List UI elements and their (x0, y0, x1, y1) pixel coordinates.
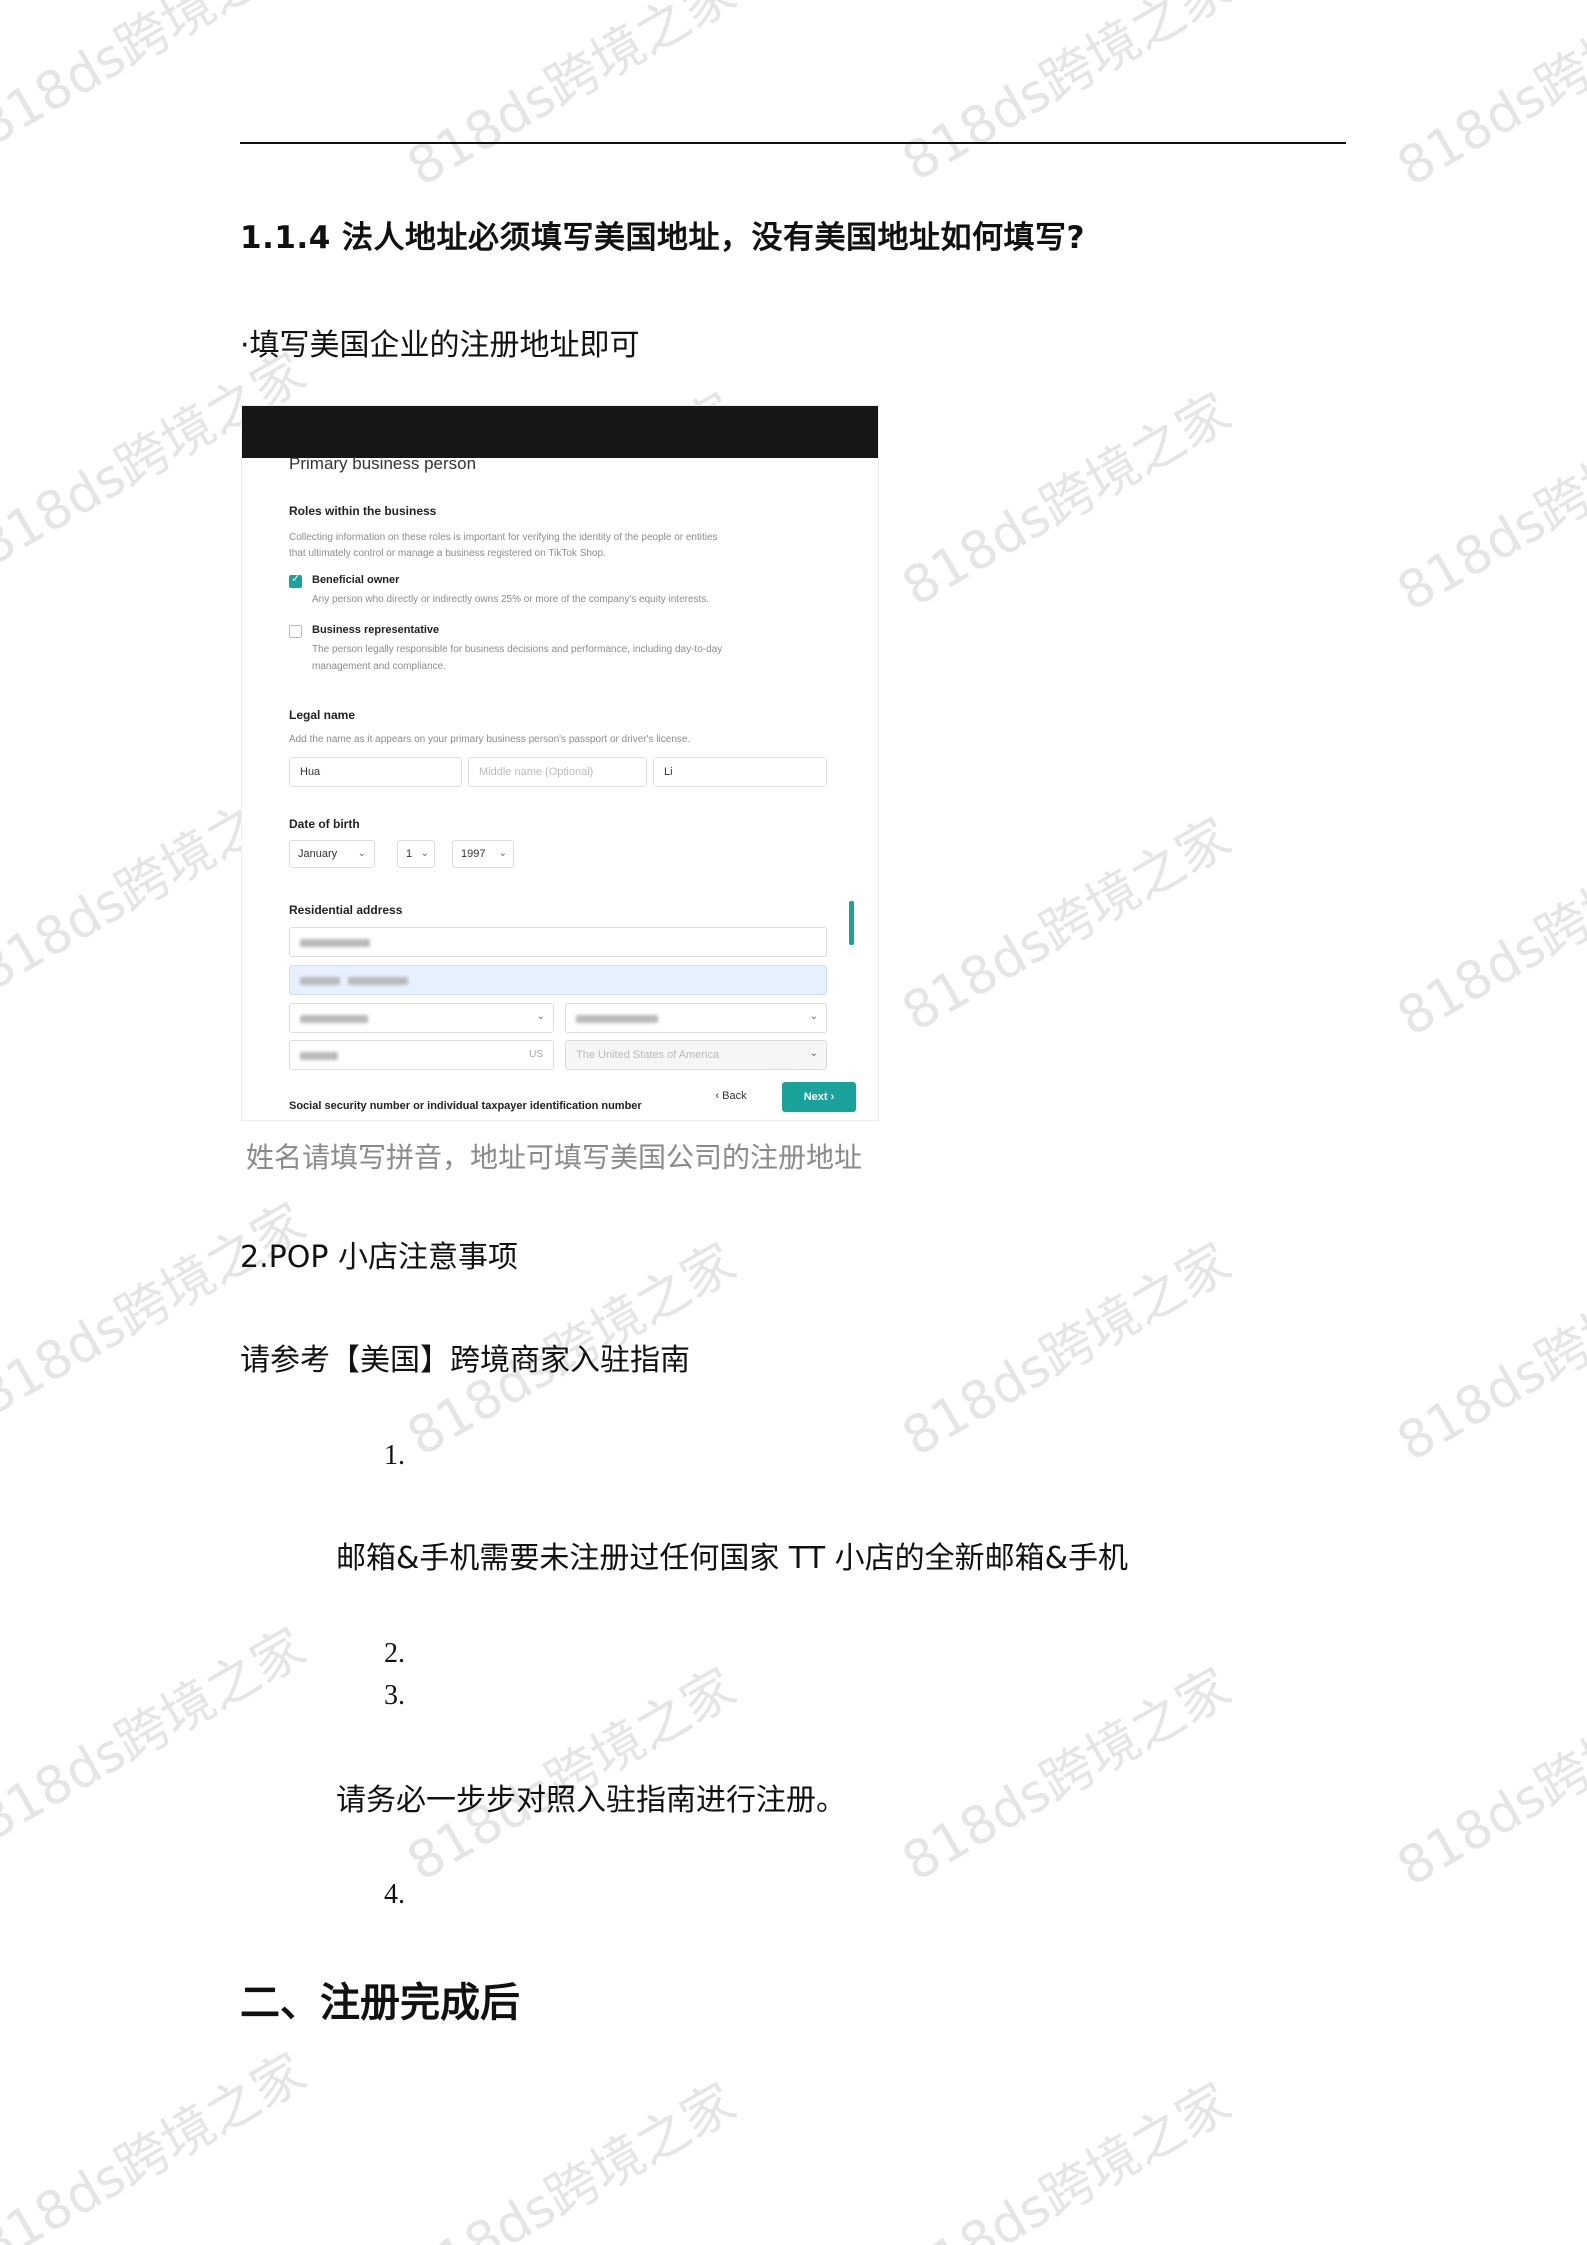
scrollbar-thumb[interactable] (849, 901, 854, 945)
address-line1-field[interactable] (289, 927, 827, 957)
watermark: 818ds跨境之家 (1387, 387, 1587, 624)
watermark: 818ds跨境之家 (892, 2072, 1241, 2245)
chevron-down-icon: ⌄ (536, 1011, 545, 1022)
watermark: 818ds跨境之家 (397, 1657, 746, 1894)
country-value: The United States of America (576, 1049, 720, 1061)
dob-month-value: January (298, 848, 338, 860)
watermark: 818ds跨境之家 (0, 1617, 316, 1854)
postal-code-field[interactable]: US (289, 1040, 554, 1070)
watermark: 818ds跨境之家 (892, 807, 1241, 1044)
state-select[interactable]: ⌄ (565, 1003, 827, 1033)
legal-name-desc: Add the name as it appears on your prima… (289, 734, 691, 745)
blurred-text (300, 1015, 368, 1023)
first-name-field[interactable]: Hua (289, 757, 462, 787)
beneficial-owner-desc: Any person who directly or indirectly ow… (312, 594, 710, 605)
watermark: 818ds跨境之家 (0, 1192, 316, 1429)
country-select[interactable]: The United States of America ⌄ (565, 1040, 827, 1070)
back-button[interactable]: ‹ Back (700, 1082, 762, 1110)
watermark: 818ds跨境之家 (397, 0, 746, 199)
address-heading: Residential address (289, 903, 403, 917)
address-line2-field[interactable] (289, 965, 827, 995)
chevron-down-icon: ⌄ (809, 1011, 818, 1022)
chevron-down-icon: ⌄ (809, 1048, 818, 1059)
figure-caption: 姓名请填写拼音，地址可填写美国公司的注册地址 (246, 1141, 863, 1174)
chevron-down-icon: ⌄ (498, 848, 507, 859)
list-number-3: 3. (384, 1680, 405, 1711)
roles-heading: Roles within the business (289, 504, 437, 518)
blurred-text (300, 939, 370, 947)
business-rep-checkbox[interactable] (289, 625, 302, 638)
blurred-text (576, 1015, 658, 1023)
watermark: 818ds跨境之家 (0, 0, 316, 159)
list-number-4: 4. (384, 1879, 405, 1910)
watermark: 818ds跨境之家 (1387, 0, 1587, 199)
figure-top-bar (242, 406, 878, 458)
city-select[interactable]: ⌄ (289, 1003, 554, 1033)
dob-day-select[interactable]: 1 ⌄ (397, 840, 435, 868)
bullet-fill-address: ·填写美国企业的注册地址即可 (240, 328, 640, 363)
section-heading-1-1-4: 1.1.4 法人地址必须填写美国地址，没有美国地址如何填写? (240, 220, 1086, 256)
list-item-1-text: 邮箱&手机需要未注册过任何国家 TT 小店的全新邮箱&手机 (336, 1541, 1128, 1576)
dob-month-select[interactable]: January ⌄ (289, 840, 375, 868)
watermark: 818ds跨境之家 (0, 2042, 316, 2245)
business-rep-label: Business representative (312, 624, 440, 636)
blurred-text (348, 977, 408, 985)
dob-heading: Date of birth (289, 817, 360, 831)
section-heading-after-register: 二、注册完成后 (240, 1980, 520, 2026)
dob-day-value: 1 (406, 848, 413, 860)
refer-guide-text: 请参考【美国】跨境商家入驻指南 (240, 1343, 690, 1378)
ssn-label: Social security number or individual tax… (289, 1100, 642, 1112)
legal-name-heading: Legal name (289, 708, 356, 722)
chevron-down-icon: ⌄ (420, 848, 429, 859)
watermark: 818ds跨境之家 (1387, 1662, 1587, 1899)
watermark: 818ds跨境之家 (1387, 1237, 1587, 1474)
blurred-text (300, 977, 340, 985)
list-number-1: 1. (384, 1440, 405, 1471)
chevron-down-icon: ⌄ (357, 848, 366, 859)
business-rep-desc-line2: management and compliance. (312, 661, 446, 672)
beneficial-owner-label: Beneficial owner (312, 574, 400, 586)
watermark: 818ds跨境之家 (1387, 812, 1587, 1049)
screenshot-figure: Primary business person Roles within the… (241, 405, 879, 1121)
list-number-2: 2. (384, 1638, 405, 1669)
figure-title: Primary business person (289, 454, 477, 473)
next-button[interactable]: Next › (782, 1082, 856, 1112)
middle-name-field[interactable]: Middle name (Optional) (468, 757, 647, 787)
business-rep-desc-line1: The person legally responsible for busin… (312, 644, 723, 655)
beneficial-owner-checkbox[interactable] (289, 572, 302, 588)
watermark: 818ds跨境之家 (397, 2072, 746, 2245)
blurred-text (300, 1052, 338, 1060)
watermark: 818ds跨境之家 (892, 0, 1241, 194)
dob-year-value: 1997 (461, 848, 486, 860)
watermark: 818ds跨境之家 (892, 382, 1241, 619)
watermark: 818ds跨境之家 (892, 1232, 1241, 1469)
dob-year-select[interactable]: 1997 ⌄ (452, 840, 514, 868)
section-pop-notes: 2.POP 小店注意事项 (240, 1240, 518, 1275)
roles-desc-line1: Collecting information on these roles is… (289, 532, 718, 543)
postal-suffix: US (529, 1049, 543, 1060)
roles-desc-line2: that ultimately control or manage a busi… (289, 548, 606, 559)
list-item-3-text: 请务必一步步对照入驻指南进行注册。 (336, 1783, 846, 1818)
last-name-field[interactable]: Li (653, 757, 827, 787)
watermark: 818ds跨境之家 (892, 1657, 1241, 1894)
header-rule (240, 142, 1346, 144)
